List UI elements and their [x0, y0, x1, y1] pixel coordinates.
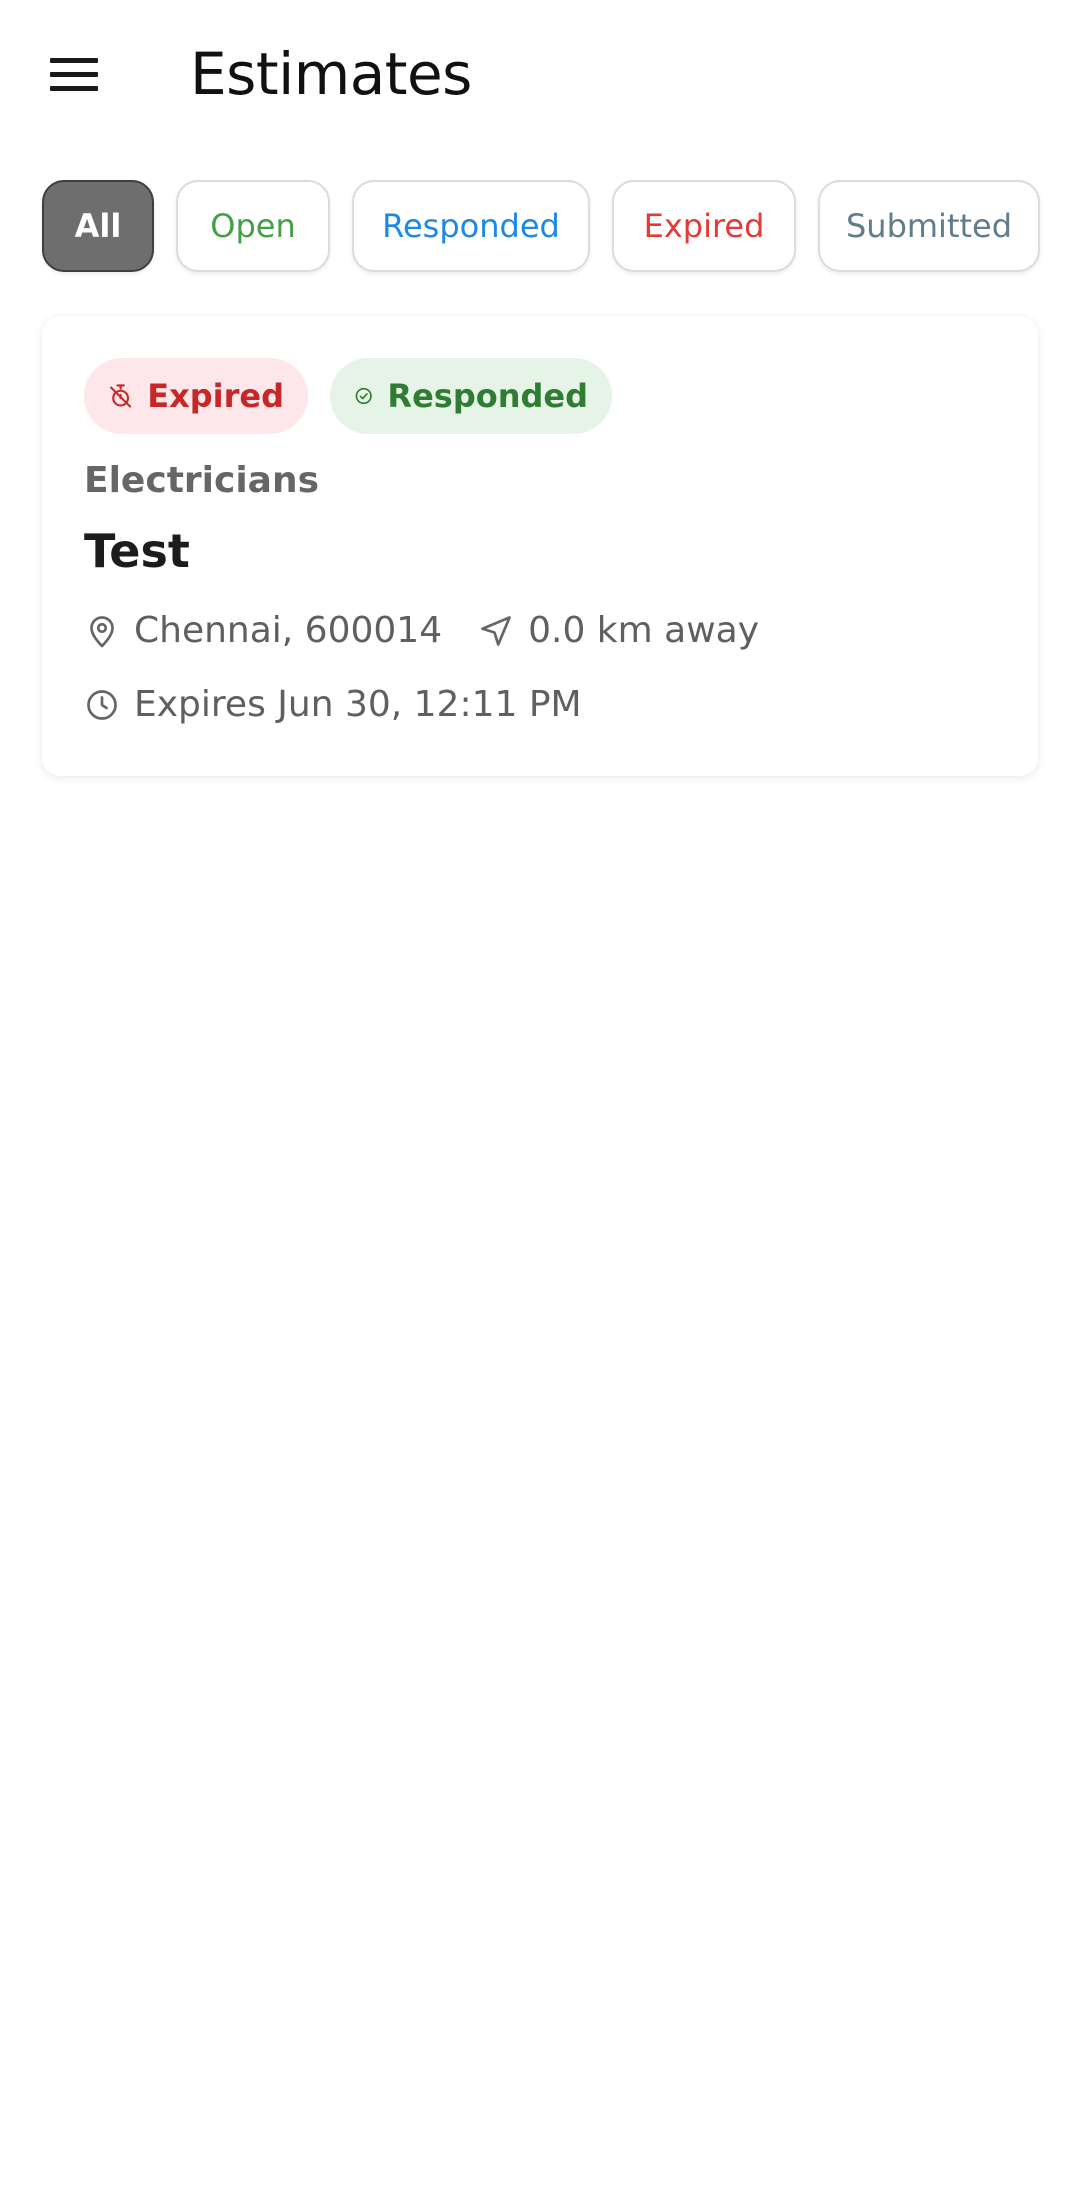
status-badges: Expired Responded — [84, 358, 612, 434]
filter-chip-open[interactable]: Open — [176, 180, 330, 272]
filter-chip-responded[interactable]: Responded — [352, 180, 590, 272]
distance-text: 0.0 km away — [528, 610, 760, 651]
navigation-arrow-icon — [481, 615, 511, 646]
status-badge-responded: Responded — [330, 358, 612, 434]
filter-chips: All Open Responded Expired Submitted — [42, 180, 1040, 272]
filter-chip-expired[interactable]: Expired — [612, 180, 796, 272]
app-bar: Estimates — [0, 0, 1080, 150]
hamburger-menu-icon — [50, 58, 98, 91]
filter-chip-label: Submitted — [845, 207, 1013, 245]
expiry-row: Expires Jun 30, 12:11 PM — [84, 684, 582, 725]
page-title: Estimates — [190, 40, 472, 108]
location-text: Chennai, 600014 — [134, 610, 443, 651]
expiry-text: Expires Jun 30, 12:11 PM — [134, 684, 582, 725]
map-pin-icon — [90, 615, 114, 647]
estimate-category: Electricians — [84, 460, 320, 501]
location-row: Chennai, 600014 0.0 km away — [84, 610, 759, 651]
filter-chip-label: All — [74, 207, 122, 245]
menu-button[interactable] — [30, 30, 118, 118]
filter-chip-label: Open — [210, 207, 296, 245]
estimate-title: Test — [84, 524, 190, 578]
filter-chip-submitted[interactable]: Submitted — [818, 180, 1040, 272]
status-badge-label: Expired — [147, 377, 284, 415]
filter-chip-label: Responded — [382, 207, 560, 245]
status-badge-expired: Expired — [84, 358, 308, 434]
timer-off-icon — [110, 384, 132, 408]
distance: 0.0 km away — [478, 610, 759, 651]
status-badge-label: Responded — [387, 377, 588, 415]
filter-chip-label: Expired — [643, 207, 765, 245]
check-circle-icon — [355, 387, 372, 405]
filter-chip-all[interactable]: All — [42, 180, 154, 272]
clock-icon — [87, 689, 117, 720]
estimate-card[interactable]: Expired Responded Electricians Test Chen… — [42, 316, 1038, 776]
